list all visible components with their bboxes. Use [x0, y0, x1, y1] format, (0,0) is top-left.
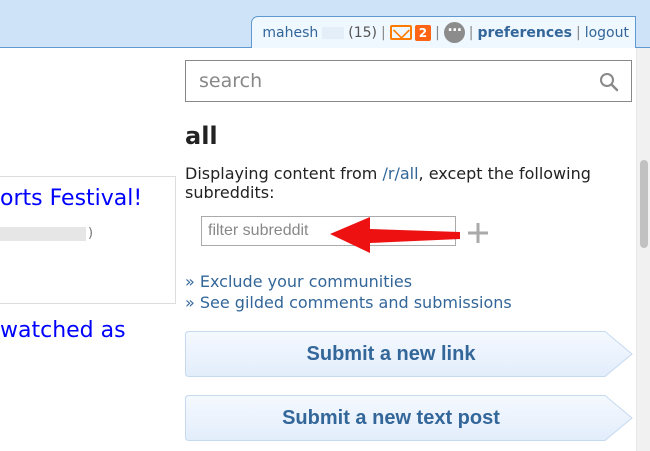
subreddit-title: all: [185, 122, 218, 150]
separator: |: [468, 24, 474, 41]
post-subtext: ): [0, 226, 93, 241]
separator: |: [435, 24, 440, 41]
search-icon[interactable]: [599, 72, 619, 92]
plus-icon[interactable]: [466, 221, 490, 245]
post-title-link[interactable]: orts Festival!: [0, 186, 142, 211]
submit-text-post-button[interactable]: Submit a new text post: [185, 395, 633, 441]
red-arrow-annotation: [330, 217, 460, 253]
redacted-text: [0, 226, 86, 241]
sidebar-links: » Exclude your communities » See gilded …: [185, 271, 512, 313]
chat-icon[interactable]: [443, 19, 465, 43]
mail-icon[interactable]: [389, 25, 412, 40]
user-bar: mahesh (15) | 2 | | preferences | logout: [251, 16, 636, 48]
post-title-link-2[interactable]: watched as: [0, 318, 126, 343]
scrollbar[interactable]: [636, 48, 650, 451]
scrollbar-thumb[interactable]: [640, 160, 648, 248]
post-subtext-close: ): [88, 226, 94, 241]
search-input[interactable]: [186, 61, 631, 101]
submit-text-post-label: Submit a new text post: [282, 407, 500, 429]
exclude-communities-link[interactable]: » Exclude your communities: [185, 271, 512, 292]
submit-link-label: Submit a new link: [306, 343, 476, 365]
description-prefix: Displaying content from: [185, 164, 383, 183]
gilded-link[interactable]: » See gilded comments and submissions: [185, 292, 512, 313]
karma-count: (15): [348, 24, 377, 41]
subreddit-description: Displaying content from /r/all, except t…: [185, 164, 605, 202]
preferences-link[interactable]: preferences: [478, 25, 573, 41]
separator: |: [380, 24, 386, 41]
r-all-link[interactable]: /r/all: [382, 164, 418, 183]
mail-count-badge[interactable]: 2: [414, 24, 432, 41]
redacted-username: [322, 26, 345, 39]
submit-link-button[interactable]: Submit a new link: [185, 331, 633, 377]
search-box: [185, 60, 632, 102]
username-link[interactable]: mahesh: [262, 25, 318, 41]
logout-link[interactable]: logout: [585, 25, 629, 41]
separator: |: [576, 24, 581, 41]
